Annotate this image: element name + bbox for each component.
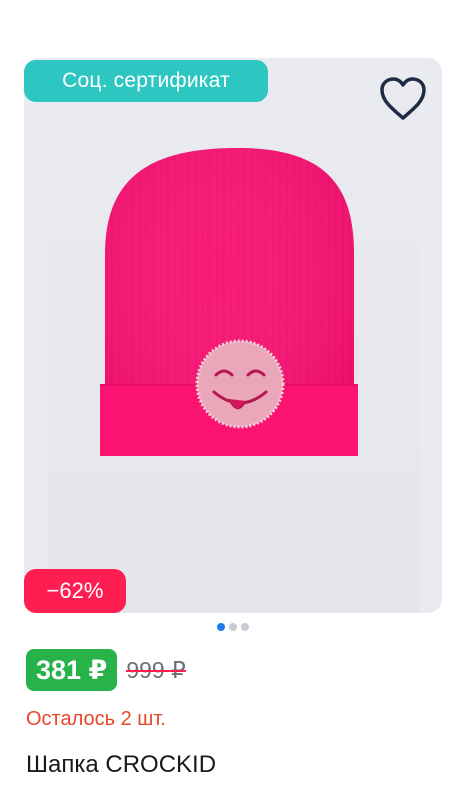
social-certificate-badge: Соц. сертификат bbox=[24, 60, 268, 102]
product-title[interactable]: Шапка CROCKID bbox=[26, 749, 216, 781]
smiley-patch-icon bbox=[195, 339, 285, 429]
product-image[interactable] bbox=[48, 58, 420, 613]
current-price: 381 ₽ bbox=[26, 649, 118, 691]
gallery-dot-3[interactable] bbox=[241, 623, 249, 631]
gallery-dot-1[interactable] bbox=[217, 623, 225, 631]
heart-outline-icon bbox=[380, 77, 426, 120]
gallery-dot-2[interactable] bbox=[229, 623, 237, 631]
beanie-image bbox=[100, 148, 358, 456]
favorite-button[interactable] bbox=[376, 72, 430, 126]
old-price: 999 ₽ bbox=[126, 649, 187, 691]
price-row: 381 ₽ 999 ₽ bbox=[26, 649, 187, 691]
discount-badge: −62% bbox=[24, 569, 126, 613]
stock-remaining: Осталось 2 шт. bbox=[26, 708, 166, 730]
gallery-pagination[interactable] bbox=[217, 623, 249, 631]
